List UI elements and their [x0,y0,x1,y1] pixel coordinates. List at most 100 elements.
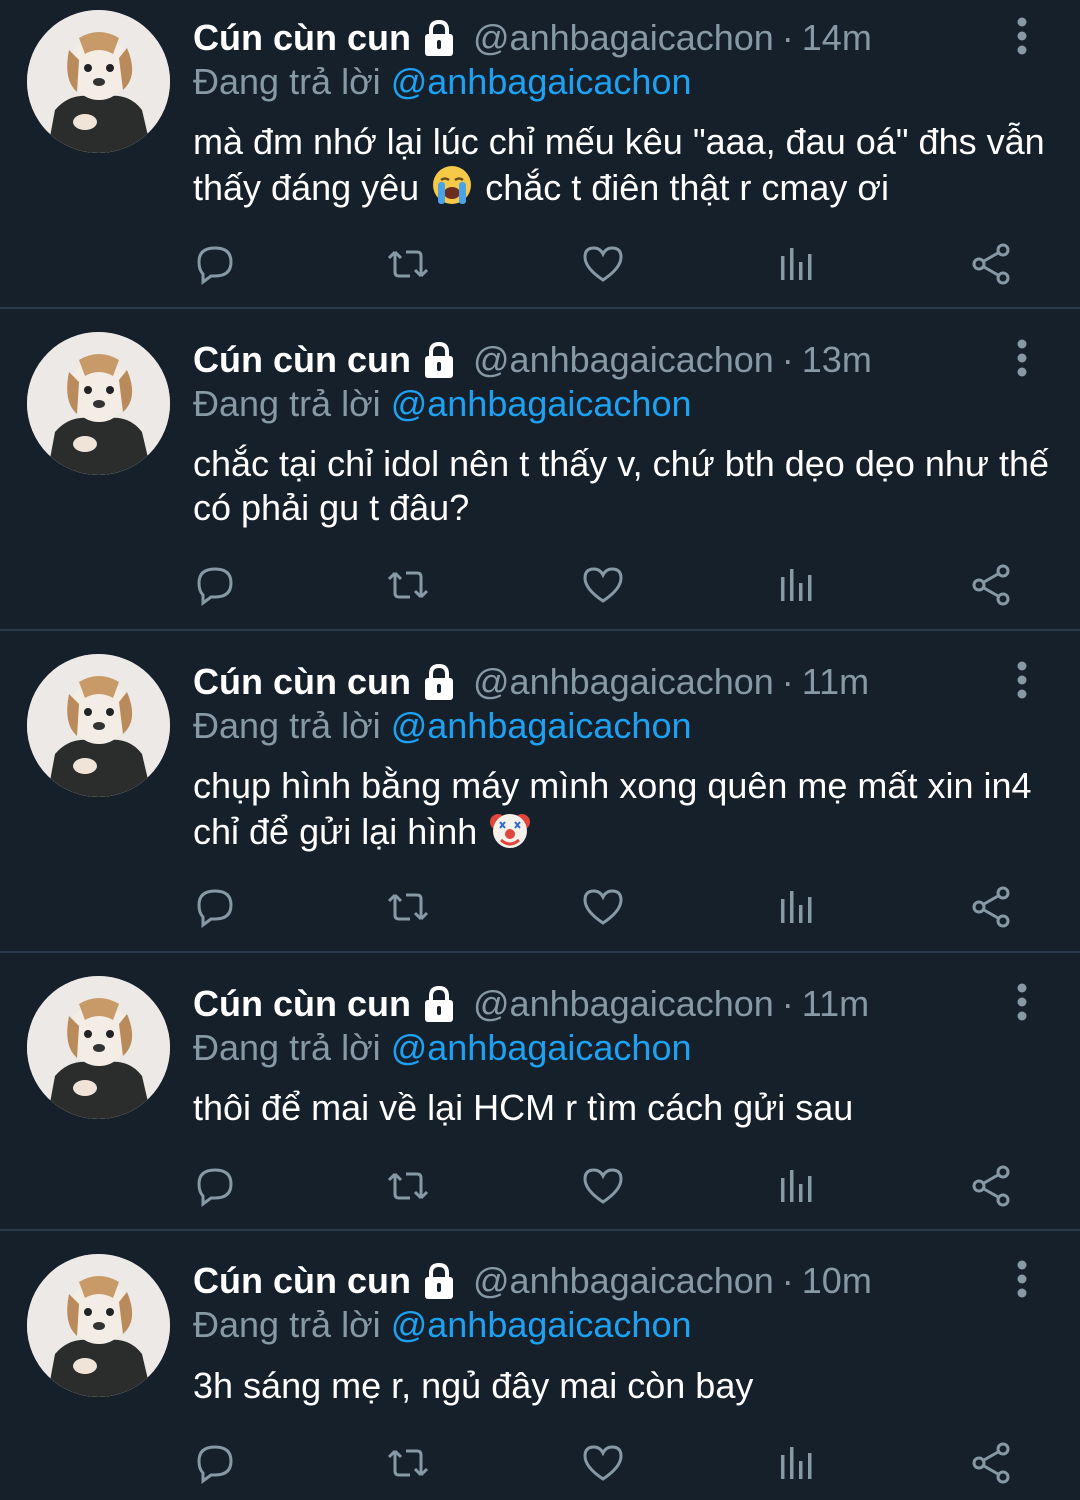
tweet-text-part: thôi để mai về lại HCM r tìm cách gửi sa… [193,1087,854,1128]
more-options-icon[interactable] [1008,338,1036,378]
like-icon [583,567,623,603]
like-button[interactable] [581,563,625,607]
tweet[interactable]: Cún cùn cun @anhbagaicachon · 14m Đang t… [0,0,1080,309]
reply-button[interactable] [193,885,237,929]
tweet-actions [193,1441,1023,1485]
display-name[interactable]: Cún cùn cun [193,1260,411,1302]
like-button[interactable] [581,1164,625,1208]
tweet-text-part: chắc t điên thật r cmay ơi [485,167,889,208]
replying-to: Đang trả lời @anhbagaicachon [193,1303,691,1347]
analytics-button[interactable] [775,885,819,929]
reply-prefix: Đang trả lời [193,1304,381,1345]
timestamp[interactable]: 11m [802,983,869,1025]
like-icon [583,1445,623,1481]
reply-to-handle[interactable]: @anhbagaicachon [391,705,692,746]
separator-dot: · [781,339,794,380]
timestamp[interactable]: 13m [802,339,872,381]
display-name[interactable]: Cún cùn cun [193,17,411,59]
tweet-header: Cún cùn cun @anhbagaicachon · 10m [193,1259,872,1303]
retweet-button[interactable] [386,563,430,607]
analytics-button[interactable] [775,242,819,286]
lock-icon [425,1262,453,1299]
retweet-button[interactable] [386,242,430,286]
display-name[interactable]: Cún cùn cun [193,983,411,1025]
reply-to-handle[interactable]: @anhbagaicachon [391,1027,692,1068]
tweet-text: mà đm nhớ lại lúc chỉ mếu kêu "aaa, đau … [193,120,1053,210]
more-options-icon[interactable] [1008,16,1036,56]
analytics-button[interactable] [775,563,819,607]
display-name[interactable]: Cún cùn cun [193,339,411,381]
like-button[interactable] [581,1441,625,1485]
avatar[interactable] [27,1254,170,1397]
replying-to: Đang trả lời @anhbagaicachon [193,60,691,104]
tweet-actions [193,885,1023,929]
share-button[interactable] [969,563,1013,607]
tweet[interactable]: Cún cùn cun @anhbagaicachon · 13m Đang t… [0,309,1080,631]
tweet-text: chụp hình bằng máy mình xong quên mẹ mất… [193,764,1053,854]
timestamp[interactable]: 10m [802,1260,872,1302]
reply-button[interactable] [193,563,237,607]
reply-to-handle[interactable]: @anhbagaicachon [391,1304,692,1345]
analytics-icon [781,891,812,923]
share-icon [972,243,1010,285]
tweet[interactable]: Cún cùn cun @anhbagaicachon · 11m Đang t… [0,631,1080,953]
like-button[interactable] [581,242,625,286]
tweet[interactable]: Cún cùn cun @anhbagaicachon · 10m Đang t… [0,1231,1080,1500]
separator-dot: · [781,1260,794,1301]
user-handle[interactable]: @anhbagaicachon [473,983,774,1025]
avatar[interactable] [27,976,170,1119]
share-button[interactable] [969,1441,1013,1485]
separator-dot: · [781,661,794,702]
like-icon [583,1168,623,1204]
timestamp[interactable]: 14m [802,17,872,59]
replying-to: Đang trả lời @anhbagaicachon [193,1026,691,1070]
retweet-icon [387,571,429,599]
like-button[interactable] [581,885,625,929]
tweet-text: 3h sáng mẹ r, ngủ đây mai còn bay [193,1364,1053,1408]
tweet-actions [193,563,1023,607]
reply-to-handle[interactable]: @anhbagaicachon [391,383,692,424]
reply-icon [197,1168,233,1207]
tweet-header: Cún cùn cun @anhbagaicachon · 14m [193,16,872,60]
more-options-icon[interactable] [1008,1259,1036,1299]
timestamp[interactable]: 11m [802,661,869,703]
tweet-header: Cún cùn cun @anhbagaicachon · 11m [193,660,869,704]
avatar[interactable] [27,10,170,153]
reply-prefix: Đang trả lời [193,705,381,746]
retweet-button[interactable] [386,1164,430,1208]
share-button[interactable] [969,1164,1013,1208]
loudly-crying-face-emoji [433,166,472,204]
display-name[interactable]: Cún cùn cun [193,661,411,703]
reply-button[interactable] [193,1441,237,1485]
tweet-header: Cún cùn cun @anhbagaicachon · 11m [193,982,869,1026]
retweet-icon [387,893,429,921]
avatar[interactable] [27,332,170,475]
analytics-icon [781,1170,812,1202]
user-handle[interactable]: @anhbagaicachon [473,339,774,381]
retweet-button[interactable] [386,1441,430,1485]
avatar[interactable] [27,654,170,797]
lock-icon [425,663,453,700]
more-options-icon[interactable] [1008,660,1036,700]
analytics-button[interactable] [775,1164,819,1208]
more-options-icon[interactable] [1008,982,1036,1022]
share-button[interactable] [969,885,1013,929]
retweet-button[interactable] [386,885,430,929]
user-handle[interactable]: @anhbagaicachon [473,1260,774,1302]
share-icon [972,886,1010,928]
tweet-text: chắc tại chỉ idol nên t thấy v, chứ bth … [193,442,1053,530]
reply-button[interactable] [193,242,237,286]
user-handle[interactable]: @anhbagaicachon [473,17,774,59]
tweet[interactable]: Cún cùn cun @anhbagaicachon · 11m Đang t… [0,953,1080,1231]
user-handle[interactable]: @anhbagaicachon [473,661,774,703]
reply-icon [197,567,233,606]
reply-button[interactable] [193,1164,237,1208]
reply-to-handle[interactable]: @anhbagaicachon [391,61,692,102]
replying-to: Đang trả lời @anhbagaicachon [193,704,691,748]
like-icon [583,246,623,282]
retweet-icon [387,1172,429,1200]
analytics-icon [781,569,812,601]
retweet-icon [387,1449,429,1477]
analytics-button[interactable] [775,1441,819,1485]
share-button[interactable] [969,242,1013,286]
